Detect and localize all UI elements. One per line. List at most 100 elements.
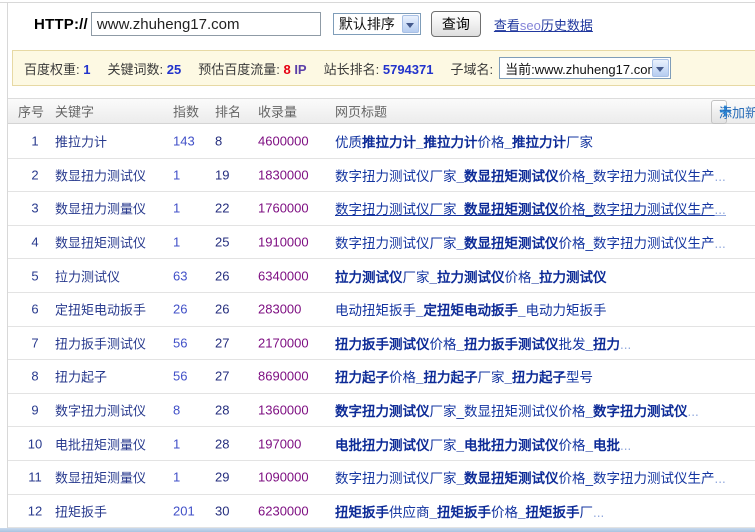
- row-number: 2: [18, 167, 52, 182]
- keyword-link[interactable]: 数显扭力测量仪: [55, 199, 146, 218]
- page-title-link[interactable]: 数字扭力测试仪厂家_数显扭矩测试仪价格_数字扭力测试仪生产...: [335, 232, 753, 252]
- page-top-border: [0, 2, 755, 3]
- title-segment: _扭力起子: [505, 370, 567, 385]
- page-title-link[interactable]: 数字扭力测试仪厂家_数显扭矩测试仪价格_数字扭力测试仪生产...: [335, 165, 753, 185]
- index-value[interactable]: 1: [173, 167, 180, 182]
- keyword-link[interactable]: 定扭矩电动扳手: [55, 300, 146, 319]
- title-segment: _电批: [586, 438, 621, 453]
- history-link-prefix: 查看: [494, 18, 520, 33]
- collected-value[interactable]: 197000: [258, 436, 301, 451]
- title-segment: 数字扭力测试仪: [335, 404, 430, 419]
- seo-history-link[interactable]: 查看seo历史数据: [494, 15, 593, 34]
- table-row: 12扭矩扳手201306230000扭矩扳手供应商_扭矩扳手价格_扭矩扳手厂..…: [8, 495, 755, 529]
- table-row: 4数显扭矩测试仪1251910000数字扭力测试仪厂家_数显扭矩测试仪价格_数字…: [8, 226, 755, 260]
- title-segment: _定扭矩电动扳手_: [416, 303, 526, 318]
- query-button[interactable]: 查询: [431, 11, 481, 37]
- stat-traffic: 预估百度流量: 8 IP: [198, 59, 306, 78]
- stat-site-rank: 站长排名: 5794371: [324, 59, 434, 78]
- collected-value[interactable]: 1830000: [258, 167, 309, 182]
- page-title-link[interactable]: 数字扭力测试仪厂家_数显扭矩测试仪价格_数字扭力测试仪生产...: [335, 467, 753, 487]
- index-value[interactable]: 8: [173, 403, 180, 418]
- index-value[interactable]: 26: [173, 302, 187, 317]
- table-header: 序号 关键字 指数 排名 收录量 网页标题 ✚添加新词: [8, 98, 755, 124]
- keyword-link[interactable]: 电批扭矩测量仪: [55, 434, 146, 453]
- table-row: 3数显扭力测量仪1221760000数字扭力测试仪厂家_数显扭矩测试仪价格_数字…: [8, 192, 755, 226]
- index-value[interactable]: 1: [173, 201, 180, 216]
- keyword-link[interactable]: 扭矩扳手: [55, 501, 107, 520]
- rank-value: 27: [215, 335, 229, 350]
- collected-value[interactable]: 6340000: [258, 268, 309, 283]
- title-segment: 价格: [478, 135, 505, 150]
- traffic-unit: IP: [294, 62, 306, 77]
- index-value[interactable]: 143: [173, 134, 195, 149]
- title-segment: 优质: [335, 135, 362, 150]
- title-segment: ...: [620, 438, 631, 453]
- title-segment: ...: [715, 471, 726, 486]
- collected-value[interactable]: 6230000: [258, 503, 309, 518]
- keyword-link[interactable]: 数显扭矩测试仪: [55, 233, 146, 252]
- keyword-link[interactable]: 数显扭矩测量仪: [55, 468, 146, 487]
- rank-value: 30: [215, 503, 229, 518]
- page-title-link[interactable]: 扭矩扳手供应商_扭矩扳手价格_扭矩扳手厂...: [335, 501, 753, 521]
- title-segment: _扭矩扳手: [518, 505, 580, 520]
- collected-value[interactable]: 2170000: [258, 335, 309, 350]
- sort-select[interactable]: 默认排序: [333, 13, 421, 35]
- collected-value[interactable]: 1760000: [258, 201, 309, 216]
- keyword-link[interactable]: 数字扭力测试仪: [55, 401, 146, 420]
- url-input[interactable]: [91, 12, 321, 36]
- collected-value[interactable]: 1360000: [258, 403, 309, 418]
- rank-value: 22: [215, 201, 229, 216]
- page-title-link[interactable]: 数字扭力测试仪厂家_数显扭矩测试仪价格_数字扭力测试仪...: [335, 400, 753, 420]
- title-segment: 电动扭矩扳手: [335, 303, 416, 318]
- title-segment: 价格_数字扭力测试仪生产: [559, 471, 715, 486]
- collected-value[interactable]: 8690000: [258, 369, 309, 384]
- table-row: 11数显扭矩测量仪1291090000数字扭力测试仪厂家_数显扭矩测试仪价格_数…: [8, 461, 755, 495]
- baidu-weight-value: 1: [83, 62, 90, 77]
- title-segment: 厂家: [430, 438, 457, 453]
- index-value[interactable]: 56: [173, 335, 187, 350]
- title-segment: 电动力矩扳手: [526, 303, 607, 318]
- title-segment: 扭力扳手测试仪: [335, 337, 430, 352]
- page-title-link[interactable]: 扭力起子价格_扭力起子厂家_扭力起子型号: [335, 366, 753, 386]
- page-title-link[interactable]: 电批扭力测试仪厂家_电批扭力测试仪价格_电批...: [335, 434, 753, 454]
- keyword-link[interactable]: 扭力起子: [55, 367, 107, 386]
- site-rank-value: 5794371: [383, 62, 434, 77]
- collected-value[interactable]: 283000: [258, 302, 301, 317]
- index-value[interactable]: 63: [173, 268, 187, 283]
- keyword-link[interactable]: 拉力测试仪: [55, 266, 120, 285]
- subdomain-select[interactable]: 当前:www.zhuheng17.com: [499, 57, 671, 79]
- subdomain-label: 子域名:: [450, 59, 493, 78]
- title-segment: _电批扭力测试仪: [457, 438, 559, 453]
- page-title-link[interactable]: 电动扭矩扳手_定扭矩电动扳手_电动力矩扳手: [335, 299, 753, 319]
- title-segment: 扭矩扳手: [335, 505, 389, 520]
- title-segment: 电批扭力测试仪: [335, 438, 430, 453]
- collected-value[interactable]: 4600000: [258, 134, 309, 149]
- title-segment: _数显扭矩测试仪: [457, 202, 559, 217]
- index-value[interactable]: 1: [173, 470, 180, 485]
- table-row: 8扭力起子56278690000扭力起子价格_扭力起子厂家_扭力起子型号: [8, 360, 755, 394]
- keyword-link[interactable]: 扭力扳手测试仪: [55, 333, 146, 352]
- page-title-link[interactable]: 数字扭力测试仪厂家_数显扭矩测试仪价格_数字扭力测试仪生产...: [335, 198, 753, 218]
- title-segment: _数显扭矩测试仪: [457, 236, 559, 251]
- column-header-rank: 排名: [215, 102, 241, 121]
- rank-value: 27: [215, 369, 229, 384]
- page-title-link[interactable]: 扭力扳手测试仪价格_扭力扳手测试仪批发_扭力...: [335, 333, 753, 353]
- title-segment: 厂家_数显扭矩测试仪价格: [430, 404, 586, 419]
- chevron-down-icon: [652, 59, 669, 77]
- title-segment: 厂家: [403, 270, 430, 285]
- keyword-link[interactable]: 数显扭力测试仪: [55, 165, 146, 184]
- index-value[interactable]: 1: [173, 235, 180, 250]
- rank-value: 28: [215, 403, 229, 418]
- page-title-link[interactable]: 拉力测试仪厂家_拉力测试仪价格_拉力测试仪: [335, 266, 753, 286]
- index-value[interactable]: 56: [173, 369, 187, 384]
- index-value[interactable]: 201: [173, 503, 195, 518]
- row-number: 9: [18, 403, 52, 418]
- index-value[interactable]: 1: [173, 436, 180, 451]
- page-title-link[interactable]: 优质推拉力计_推拉力计价格_推拉力计厂家: [335, 131, 753, 151]
- bottom-scroll-strip[interactable]: [0, 528, 755, 532]
- add-keyword-button[interactable]: ✚添加新词: [711, 100, 727, 124]
- column-header-page-title: 网页标题: [335, 102, 387, 121]
- collected-value[interactable]: 1090000: [258, 470, 309, 485]
- collected-value[interactable]: 1910000: [258, 235, 309, 250]
- keyword-link[interactable]: 推拉力计: [55, 132, 107, 151]
